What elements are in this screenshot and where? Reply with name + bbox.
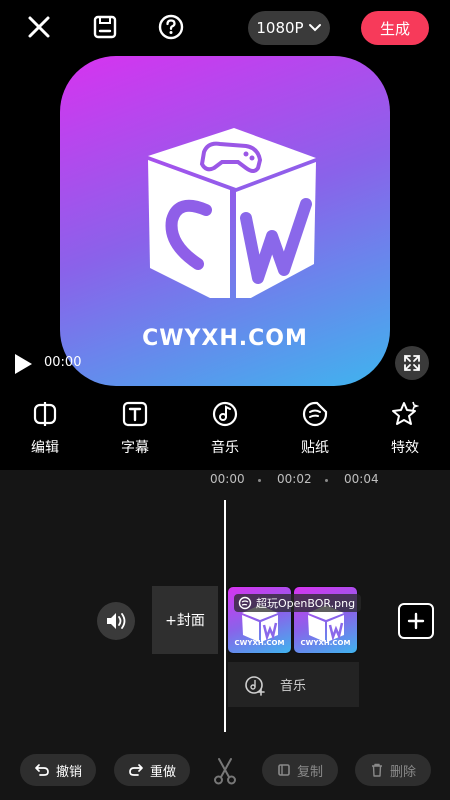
add-clip-button[interactable] [398,603,434,639]
redo-label: 重做 [149,764,176,780]
music-icon [212,401,238,427]
undo-icon [35,764,49,776]
delete-button[interactable]: 删除 [355,754,431,786]
sticker-track-label: 超玩OpenBOR.png [256,597,356,610]
generate-label: 生成 [379,19,410,38]
sticker-track-tag[interactable]: 超玩OpenBOR.png [234,594,362,612]
play-button[interactable] [12,352,34,376]
timeline-panel: 00:00 00:02 00:04 +封面 CWYXH.COM CWYXH.CO… [0,470,450,800]
expand-icon [404,355,420,371]
close-button[interactable] [22,10,56,44]
tool-music-label: 音乐 [211,440,239,456]
tool-subtitle[interactable]: 字幕 [90,396,180,468]
help-button[interactable] [156,12,186,42]
tool-edit-label: 编辑 [31,440,59,456]
game-cube-logo [148,128,316,298]
tool-sticker-label: 贴纸 [301,440,329,456]
chevron-down-icon [308,24,321,32]
cover-label: +封面 [165,613,205,629]
tool-bar: 编辑 字幕 音乐 贴纸 特效 [0,396,450,468]
add-music-track[interactable]: 音乐 [228,662,359,707]
redo-icon [129,764,143,776]
ruler-dot [258,479,261,482]
help-icon [158,14,184,40]
preview-frame-logo: CWYXH.COM [60,56,390,386]
ruler-time-0: 00:00 [210,472,245,486]
resolution-dropdown[interactable]: 1080P [248,11,330,45]
undo-button[interactable]: 撤销 [20,754,96,786]
logo-text: CWYXH.COM [142,326,308,351]
speaker-icon [107,613,126,629]
copy-label: 复制 [296,764,323,780]
trash-icon [371,763,382,777]
text-icon [122,401,148,427]
resolution-label: 1080P [256,19,304,37]
save-icon [93,15,117,39]
delete-label: 删除 [389,764,416,780]
split-button[interactable] [210,756,240,786]
music-track-label: 音乐 [280,679,307,694]
scissors-icon [214,758,236,785]
ruler-dot [325,479,328,482]
copy-button[interactable]: 复制 [262,754,338,786]
video-preview: CWYXH.COM 00:00 [0,56,450,390]
sticker-small-icon [238,596,252,610]
plus-icon [407,612,425,630]
tool-music[interactable]: 音乐 [180,396,270,468]
edit-split-icon [33,402,57,426]
ruler-time-2: 00:04 [344,472,379,486]
clip-logo-text: CWYXH.COM [234,639,285,647]
ruler-time-1: 00:02 [277,472,312,486]
undo-label: 撤销 [55,764,82,780]
tool-effects-label: 特效 [391,440,419,456]
effects-star-icon [392,401,419,425]
add-music-icon [245,675,265,696]
redo-button[interactable]: 重做 [114,754,190,786]
current-time: 00:00 [44,355,82,370]
add-cover-button[interactable]: +封面 [152,586,218,654]
save-draft-button[interactable] [90,12,120,42]
clip-logo-text: CWYXH.COM [300,639,351,647]
play-icon [15,354,32,374]
volume-button[interactable] [97,602,135,640]
sticker-icon [302,401,328,427]
tool-edit[interactable]: 编辑 [0,396,90,468]
generate-button[interactable]: 生成 [361,11,429,45]
copy-icon [278,764,290,776]
tool-sticker[interactable]: 贴纸 [270,396,360,468]
close-icon [28,16,50,38]
tool-subtitle-label: 字幕 [121,440,149,456]
playhead[interactable] [224,500,226,732]
top-bar: 1080P 生成 [0,0,450,56]
fullscreen-button[interactable] [395,346,429,380]
tool-effects[interactable]: 特效 [360,396,450,468]
